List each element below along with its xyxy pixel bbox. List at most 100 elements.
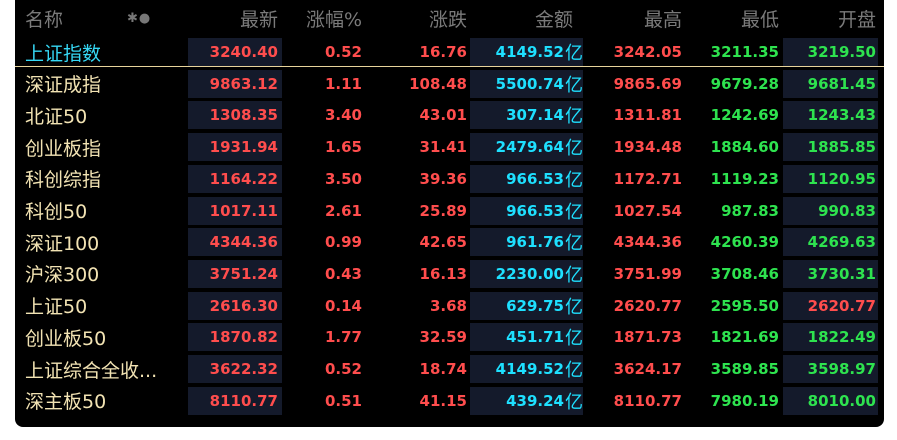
turnover-value: 2230.00 bbox=[495, 264, 564, 283]
header-amount[interactable]: 金额 bbox=[470, 2, 583, 34]
table-row[interactable]: 科创综指 1164.22 3.50 39.36 966.53 亿 1172.71 1119.2… bbox=[15, 164, 884, 193]
header-open[interactable]: 开盘 bbox=[783, 2, 878, 34]
index-name: 深证100 bbox=[25, 232, 100, 255]
header-change[interactable]: 涨跌 bbox=[365, 2, 469, 34]
turnover-amount: 4149.52 亿 bbox=[470, 355, 583, 383]
change-percent: 0.52 bbox=[324, 360, 362, 378]
change-amount: 32.59 bbox=[419, 328, 467, 347]
change-percent: 3.50 bbox=[324, 169, 362, 188]
turnover-value: 5500.74 bbox=[495, 74, 564, 93]
index-name: 科创50 bbox=[25, 201, 88, 223]
high-price: 8110.77 bbox=[613, 391, 682, 410]
header-high[interactable]: 最高 bbox=[587, 2, 684, 34]
latest-price: 3240.40 bbox=[188, 38, 282, 66]
index-quote-table: 名称 ✱● 最新 涨幅% 涨跌 金额 最高 最低 开盘 上证指数 3240.40 0… bbox=[15, 0, 884, 427]
header-low[interactable]: 最低 bbox=[685, 2, 781, 34]
change-percent: 1.77 bbox=[324, 328, 362, 347]
low-price: 4260.39 bbox=[710, 233, 779, 252]
low-price: 3708.46 bbox=[710, 264, 779, 283]
change-amount: 16.13 bbox=[419, 264, 467, 283]
table-row[interactable]: 上证指数 3240.40 0.52 16.76 4149.52 亿 3242.05 3211.… bbox=[15, 38, 884, 66]
open-price: 9681.45 bbox=[783, 69, 878, 98]
index-name: 上证指数 bbox=[25, 42, 102, 65]
low-price: 1242.69 bbox=[710, 106, 779, 125]
open-price: 4269.63 bbox=[783, 228, 878, 257]
change-amount: 16.76 bbox=[419, 43, 467, 61]
index-name: 北证50 bbox=[25, 105, 88, 128]
selected-row-divider bbox=[15, 66, 884, 67]
high-price: 1027.54 bbox=[613, 201, 682, 220]
change-percent: 0.51 bbox=[324, 391, 362, 410]
table-row[interactable]: 深证100 4344.36 0.99 42.65 961.76 亿 4344.36 4260.… bbox=[15, 228, 884, 257]
index-name: 科创综指 bbox=[25, 169, 102, 192]
turnover-amount: 2479.64 亿 bbox=[470, 133, 583, 162]
turnover-value: 4149.52 bbox=[495, 43, 564, 61]
high-price: 1934.48 bbox=[613, 138, 682, 157]
latest-price: 9863.12 bbox=[188, 69, 282, 98]
low-price: 1119.23 bbox=[710, 169, 779, 188]
turnover-unit: 亿 bbox=[565, 296, 583, 318]
latest-price: 1017.11 bbox=[188, 196, 282, 225]
column-toggle-icon[interactable]: ✱● bbox=[127, 11, 151, 26]
change-amount: 25.89 bbox=[419, 201, 467, 220]
open-price: 1885.85 bbox=[783, 133, 878, 162]
high-price: 3751.99 bbox=[613, 264, 682, 283]
change-percent: 0.52 bbox=[324, 43, 362, 61]
open-price: 2620.77 bbox=[783, 291, 878, 320]
latest-price: 3622.32 bbox=[188, 355, 282, 383]
change-amount: 39.36 bbox=[419, 169, 467, 188]
change-amount: 42.65 bbox=[419, 233, 467, 252]
latest-price: 1870.82 bbox=[188, 323, 282, 352]
open-price: 3219.50 bbox=[783, 38, 878, 66]
table-header: 名称 ✱● 最新 涨幅% 涨跌 金额 最高 最低 开盘 bbox=[15, 2, 884, 34]
change-percent: 1.65 bbox=[324, 138, 362, 157]
table-row[interactable]: 科创50 1017.11 2.61 25.89 966.53 亿 1027.54 987.83… bbox=[15, 196, 884, 225]
table-row[interactable]: 创业板50 1870.82 1.77 32.59 451.71 亿 1871.73 1821.… bbox=[15, 323, 884, 352]
high-price: 3624.17 bbox=[613, 360, 682, 378]
turnover-amount: 307.14 亿 bbox=[470, 101, 583, 130]
table-row[interactable]: 上证综合全收... 3622.32 0.52 18.74 4149.52 亿 3624.17… bbox=[15, 355, 884, 383]
change-percent: 0.99 bbox=[324, 233, 362, 252]
turnover-unit: 亿 bbox=[565, 138, 583, 160]
change-percent: 0.14 bbox=[324, 296, 362, 315]
table-row[interactable]: 沪深300 3751.24 0.43 16.13 2230.00 亿 3751.99 3708… bbox=[15, 259, 884, 288]
table-row[interactable]: 深主板50 8110.77 0.51 41.15 439.24 亿 8110.77 7980.… bbox=[15, 386, 884, 415]
change-percent: 3.40 bbox=[324, 106, 362, 125]
turnover-unit: 亿 bbox=[565, 233, 583, 255]
turnover-unit: 亿 bbox=[565, 43, 583, 64]
turnover-unit: 亿 bbox=[565, 201, 583, 223]
latest-price: 1164.22 bbox=[188, 164, 282, 193]
high-price: 1871.73 bbox=[613, 328, 682, 347]
turnover-value: 629.75 bbox=[506, 296, 564, 315]
high-price: 2620.77 bbox=[613, 296, 682, 315]
turnover-amount: 5500.74 亿 bbox=[470, 69, 583, 98]
index-name: 深主板50 bbox=[25, 391, 107, 414]
turnover-unit: 亿 bbox=[565, 169, 583, 191]
low-price: 1821.69 bbox=[710, 328, 779, 347]
header-latest[interactable]: 最新 bbox=[188, 2, 282, 34]
low-price: 9679.28 bbox=[710, 74, 779, 93]
change-amount: 3.68 bbox=[429, 296, 467, 315]
table-row[interactable]: 上证50 2616.30 0.14 3.68 629.75 亿 2620.77 2595.50… bbox=[15, 291, 884, 320]
change-percent: 1.11 bbox=[324, 74, 362, 93]
turnover-unit: 亿 bbox=[565, 264, 583, 286]
turnover-value: 439.24 bbox=[506, 391, 564, 410]
turnover-value: 966.53 bbox=[506, 201, 564, 220]
high-price: 1311.81 bbox=[613, 106, 682, 125]
table-row[interactable]: 创业板指 1931.94 1.65 31.41 2479.64 亿 1934.48 1884.… bbox=[15, 133, 884, 162]
turnover-amount: 4149.52 亿 bbox=[470, 38, 583, 66]
latest-price: 4344.36 bbox=[188, 228, 282, 257]
turnover-unit: 亿 bbox=[565, 360, 583, 381]
high-price: 3242.05 bbox=[613, 43, 682, 61]
latest-price: 1308.35 bbox=[188, 101, 282, 130]
change-percent: 2.61 bbox=[324, 201, 362, 220]
table-row[interactable]: 北证50 1308.35 3.40 43.01 307.14 亿 1311.81 1242.6… bbox=[15, 101, 884, 130]
header-pct[interactable]: 涨幅% bbox=[283, 2, 364, 34]
open-price: 8010.00 bbox=[783, 386, 878, 415]
index-name: 深证成指 bbox=[25, 74, 102, 97]
header-name[interactable]: 名称 ✱● bbox=[25, 2, 197, 34]
index-name: 上证50 bbox=[25, 296, 88, 319]
header-name-label: 名称 bbox=[25, 8, 64, 31]
table-row[interactable]: 深证成指 9863.12 1.11 108.48 5500.74 亿 9865.69 9679… bbox=[15, 69, 884, 98]
low-price: 2595.50 bbox=[710, 296, 779, 315]
